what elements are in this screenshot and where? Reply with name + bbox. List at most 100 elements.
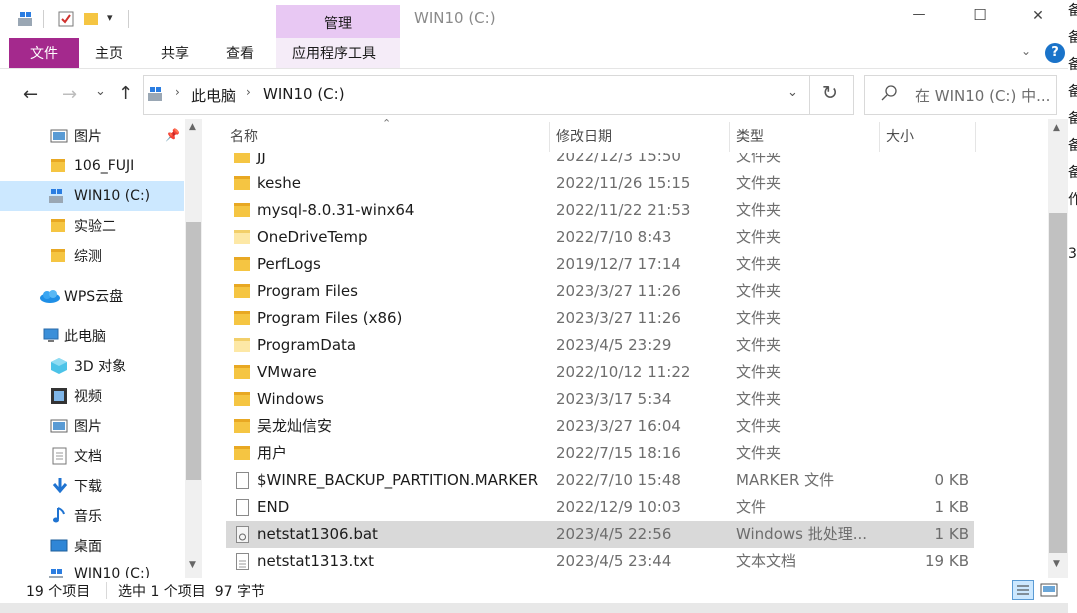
file-row[interactable]: Program Files (x86) 2023/3/27 11:26 文件夹 — [226, 305, 974, 332]
sidebar-item-label: 音乐 — [74, 509, 102, 525]
sidebar-item-downloads[interactable]: 下载 — [0, 471, 184, 501]
search-placeholder: 在 WIN10 (C:) 中... — [915, 87, 1051, 105]
sidebar-item-pictures-pinned[interactable]: 图片 📌 — [0, 121, 184, 151]
scroll-up-arrow-icon[interactable]: ▲ — [1053, 123, 1060, 133]
scroll-down-arrow-icon[interactable]: ▼ — [1053, 559, 1060, 569]
drive-icon[interactable] — [17, 10, 37, 28]
refresh-button[interactable]: ↻ — [822, 82, 838, 104]
tab-view[interactable]: 查看 — [226, 38, 254, 68]
file-row[interactable]: PerfLogs 2019/12/7 17:14 文件夹 — [226, 251, 974, 278]
background-window-text: 备 — [1068, 30, 1077, 46]
breadcrumb-separator[interactable]: › — [175, 85, 180, 99]
expand-ribbon-icon[interactable]: ⌄ — [1021, 44, 1031, 58]
divider — [128, 10, 129, 28]
file-modified: 2022/7/10 8:43 — [556, 228, 672, 246]
file-row[interactable]: mysql-8.0.31-winx64 2022/11/22 21:53 文件夹 — [226, 197, 974, 224]
sidebar-item-music[interactable]: 音乐 — [0, 501, 184, 531]
column-divider[interactable] — [729, 122, 730, 152]
help-icon[interactable]: ? — [1045, 43, 1065, 63]
sidebar-item-documents[interactable]: 文档 — [0, 441, 184, 471]
folder-icon — [234, 419, 250, 433]
tab-share[interactable]: 共享 — [161, 38, 189, 68]
context-group-label: 管理 — [324, 16, 352, 32]
recent-locations-button[interactable]: ⌄ — [95, 84, 106, 99]
forward-button[interactable]: → — [62, 84, 77, 105]
column-header-modified[interactable]: 修改日期 — [556, 119, 612, 153]
sidebar-item-wps-cloud[interactable]: WPS云盘 — [0, 281, 184, 311]
back-button[interactable]: ← — [23, 84, 38, 105]
sidebar-item-this-pc[interactable]: 此电脑 — [0, 321, 184, 351]
file-row[interactable]: 吴龙灿信安 2023/3/27 16:04 文件夹 — [226, 413, 974, 440]
file-list-scrollbar-thumb[interactable] — [1049, 213, 1067, 553]
file-list: JJ 2022/12/3 15:50 文件夹 keshe 2022/11/26 15:1… — [205, 153, 1048, 578]
column-header-type[interactable]: 类型 — [736, 119, 764, 153]
column-divider[interactable] — [879, 122, 880, 152]
column-header-size[interactable]: 大小 — [886, 119, 914, 153]
file-modified: 2023/4/5 22:56 — [556, 525, 672, 543]
breadcrumb-drive[interactable]: WIN10 (C:) — [263, 85, 345, 103]
file-row[interactable]: Program Files 2023/3/27 11:26 文件夹 — [226, 278, 974, 305]
file-modified: 2023/4/5 23:29 — [556, 336, 672, 354]
sidebar-item-106-fuji[interactable]: 106_FUJI — [0, 151, 184, 181]
close-button[interactable]: ✕ — [1028, 8, 1048, 24]
column-header-name[interactable]: 名称 — [230, 119, 258, 153]
file-name: netstat1313.txt — [257, 552, 374, 570]
sidebar-item-desktop[interactable]: 桌面 — [0, 531, 184, 561]
file-row[interactable]: $WINRE_BACKUP_PARTITION.MARKER 2022/7/10 … — [226, 467, 974, 494]
minimize-button[interactable]: — — [908, 7, 930, 22]
navigation-pane: 图片 📌 106_FUJI WIN10 (C:) 实验二 综测 WPS云盘 此电… — [0, 119, 185, 578]
address-dropdown-icon[interactable]: ⌄ — [787, 85, 798, 100]
file-row[interactable]: VMware 2022/10/12 11:22 文件夹 — [226, 359, 974, 386]
folder-icon — [234, 153, 250, 163]
sidebar-item-win10[interactable]: WIN10 (C:) — [0, 181, 184, 211]
sidebar-item-label: 3D 对象 — [74, 359, 127, 375]
file-row[interactable]: Windows 2023/3/17 5:34 文件夹 — [226, 386, 974, 413]
file-row[interactable]: JJ 2022/12/3 15:50 文件夹 — [226, 153, 974, 170]
details-view-icon[interactable] — [1012, 580, 1034, 600]
file-type: 文件夹 — [736, 174, 782, 192]
file-row[interactable]: ProgramData 2023/4/5 23:29 文件夹 — [226, 332, 974, 359]
column-divider[interactable] — [549, 122, 550, 152]
sidebar-item-videos[interactable]: 视频 — [0, 381, 184, 411]
scroll-down-arrow-icon[interactable]: ▼ — [189, 560, 196, 570]
file-row[interactable]: netstat1306.bat 2023/4/5 22:56 Windows 批处理… — [226, 521, 974, 548]
tab-app-tools[interactable]: 应用程序工具 — [292, 38, 376, 68]
sidebar-scrollbar-thumb[interactable] — [186, 222, 201, 480]
sidebar-item-win10-drive[interactable]: WIN10 (C:) — [0, 561, 184, 578]
tab-file[interactable]: 文件 — [9, 38, 79, 68]
breadcrumb-this-pc[interactable]: 此电脑 — [191, 85, 236, 106]
folder-icon — [234, 446, 250, 460]
column-divider[interactable] — [975, 122, 976, 152]
file-name: END — [257, 498, 290, 516]
file-row[interactable]: 用户 2022/7/15 18:16 文件夹 — [226, 440, 974, 467]
background-window-text: 备 — [1068, 138, 1077, 154]
folder-light-icon — [234, 230, 250, 244]
file-row[interactable]: END 2022/12/9 10:03 文件 1 KB — [226, 494, 974, 521]
file-type: 文件夹 — [736, 255, 782, 273]
file-row[interactable]: netstat1313.txt 2023/4/5 23:44 文本文档 19 KB — [226, 548, 974, 575]
drive-icon — [147, 85, 167, 103]
scroll-up-arrow-icon[interactable]: ▲ — [189, 122, 196, 132]
background-window-text: 备 — [1068, 84, 1077, 100]
address-bar[interactable]: › 此电脑 › WIN10 (C:) ⌄ ↻ — [143, 75, 854, 115]
sidebar-item-evaluation[interactable]: 综测 — [0, 241, 184, 271]
file-row[interactable]: keshe 2022/11/26 15:15 文件夹 — [226, 170, 974, 197]
file-modified: 2022/10/12 11:22 — [556, 363, 691, 381]
sidebar-item-experiment2[interactable]: 实验二 — [0, 211, 184, 241]
sidebar-item-pictures[interactable]: 图片 — [0, 411, 184, 441]
background-window-text: 30 — [1068, 246, 1077, 262]
file-row[interactable]: OneDriveTemp 2022/7/10 8:43 文件夹 — [226, 224, 974, 251]
tab-home[interactable]: 主页 — [95, 38, 123, 68]
sidebar-item-3d-objects[interactable]: 3D 对象 — [0, 351, 184, 381]
properties-icon[interactable] — [57, 10, 75, 28]
new-folder-icon[interactable] — [83, 11, 99, 27]
file-type: 文件夹 — [736, 282, 782, 300]
search-box[interactable]: 在 WIN10 (C:) 中... — [864, 75, 1057, 115]
large-icons-view-icon[interactable] — [1040, 582, 1058, 598]
pin-icon[interactable]: 📌 — [165, 128, 180, 142]
file-size: 19 KB — [925, 552, 969, 570]
breadcrumb-separator[interactable]: › — [246, 85, 251, 99]
maximize-button[interactable]: ☐ — [970, 6, 990, 24]
up-button[interactable]: ↑ — [118, 83, 133, 104]
quick-access-dropdown-icon[interactable]: ▾ — [107, 11, 113, 24]
